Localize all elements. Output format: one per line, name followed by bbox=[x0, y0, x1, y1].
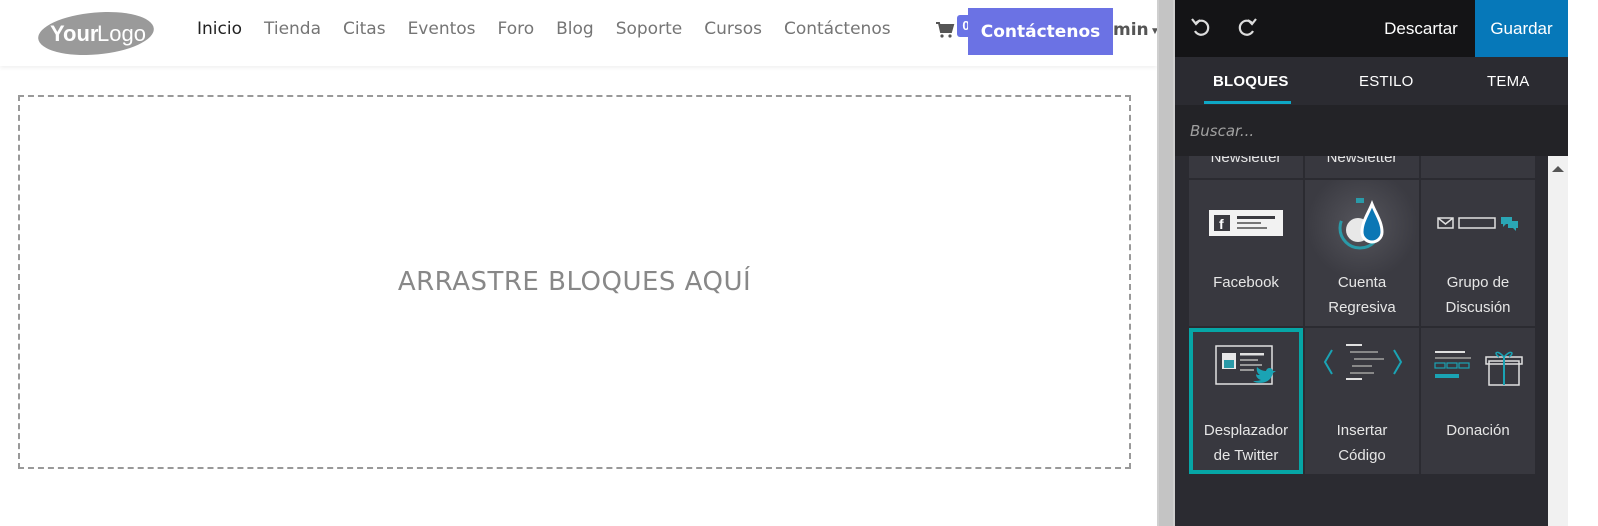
block-label: Newsletter bbox=[1326, 156, 1398, 166]
block-tile-facebook[interactable]: f Facebook bbox=[1189, 180, 1303, 326]
nav-item-eventos[interactable]: Eventos bbox=[408, 19, 476, 39]
page-scrollbar-thumb[interactable] bbox=[1159, 0, 1173, 526]
block-label-line1: Insertar bbox=[1336, 422, 1388, 439]
discard-button[interactable]: Descartar bbox=[1371, 0, 1471, 57]
block-tile-partial-3[interactable] bbox=[1421, 156, 1535, 178]
block-label-line2: Discusión bbox=[1445, 299, 1511, 316]
page-scrollbar[interactable] bbox=[1157, 0, 1175, 526]
nav-item-contactenos[interactable]: Contáctenos bbox=[784, 19, 891, 39]
nav-item-soporte[interactable]: Soporte bbox=[616, 19, 683, 39]
cart-icon[interactable] bbox=[935, 20, 955, 40]
tab-style[interactable]: ESTILO bbox=[1359, 73, 1414, 90]
nav-item-citas[interactable]: Citas bbox=[343, 19, 386, 39]
contact-us-button[interactable]: Contáctenos bbox=[968, 8, 1113, 55]
block-label-line1: Cuenta bbox=[1337, 274, 1387, 291]
website-preview: Your Logo Inicio Tienda Citas Eventos Fo… bbox=[0, 0, 1160, 526]
block-tile-donation[interactable]: Donación bbox=[1421, 328, 1535, 474]
block-tile-newsletter-2[interactable]: Newsletter bbox=[1305, 156, 1419, 178]
tab-theme[interactable]: TEMA bbox=[1487, 73, 1529, 90]
block-tile-discussion-group[interactable]: Grupo de Discusión bbox=[1421, 180, 1535, 326]
svg-text:f: f bbox=[1219, 216, 1224, 232]
block-label-line2: Código bbox=[1338, 447, 1386, 464]
scroll-up-arrow-icon[interactable] bbox=[1552, 166, 1564, 172]
editor-tabs: BLOQUES ESTILO TEMA bbox=[1175, 57, 1568, 105]
user-menu-label[interactable]: min bbox=[1113, 20, 1149, 40]
svg-text:Your: Your bbox=[50, 21, 99, 46]
twitter-scroller-icon bbox=[1215, 345, 1279, 400]
svg-text:Logo: Logo bbox=[97, 21, 146, 46]
block-label: Facebook bbox=[1213, 274, 1279, 291]
nav-item-foro[interactable]: Foro bbox=[498, 19, 535, 39]
editor-toolbar: Descartar Guardar bbox=[1175, 0, 1568, 57]
site-navbar: Your Logo Inicio Tienda Citas Eventos Fo… bbox=[0, 0, 1160, 66]
redo-icon[interactable] bbox=[1235, 15, 1259, 39]
undo-icon[interactable] bbox=[1189, 15, 1213, 39]
donation-icon bbox=[1433, 347, 1523, 394]
block-tile-twitter-scroller[interactable]: Desplazador de Twitter bbox=[1189, 328, 1303, 474]
countdown-icon bbox=[1332, 194, 1394, 261]
block-search bbox=[1175, 105, 1568, 156]
blocks-scrollbar-thumb[interactable] bbox=[1551, 178, 1565, 498]
main-nav: Inicio Tienda Citas Eventos Foro Blog So… bbox=[197, 19, 913, 39]
editor-panel: Descartar Guardar BLOQUES ESTILO TEMA Ne… bbox=[1175, 0, 1568, 526]
nav-item-cursos[interactable]: Cursos bbox=[704, 19, 762, 39]
discussion-group-icon bbox=[1436, 213, 1522, 238]
block-dropzone[interactable]: ARRASTRE BLOQUES AQUÍ bbox=[18, 95, 1131, 469]
blocks-scrollbar[interactable] bbox=[1548, 156, 1568, 526]
embed-code-icon bbox=[1322, 342, 1404, 387]
blocks-grid: Newsletter Newsletter f Facebook Cuenta … bbox=[1175, 156, 1548, 526]
block-label-line1: Grupo de bbox=[1446, 274, 1510, 291]
app-root: Your Logo Inicio Tienda Citas Eventos Fo… bbox=[0, 0, 1598, 526]
site-logo[interactable]: Your Logo bbox=[36, 11, 156, 56]
block-label-line1: Desplazador bbox=[1203, 422, 1289, 439]
facebook-block-icon: f bbox=[1209, 210, 1283, 241]
nav-item-blog[interactable]: Blog bbox=[556, 19, 594, 39]
block-label: Donación bbox=[1446, 422, 1510, 439]
block-label-line2: Regresiva bbox=[1328, 299, 1396, 316]
active-tab-indicator bbox=[1204, 101, 1291, 104]
block-tile-countdown[interactable]: Cuenta Regresiva bbox=[1305, 180, 1419, 326]
save-button[interactable]: Guardar bbox=[1475, 0, 1568, 57]
block-search-input[interactable] bbox=[1175, 105, 1568, 156]
block-tile-newsletter-1[interactable]: Newsletter bbox=[1189, 156, 1303, 178]
block-label: Newsletter bbox=[1210, 156, 1282, 166]
tab-blocks[interactable]: BLOQUES bbox=[1213, 73, 1289, 90]
block-tile-embed-code[interactable]: Insertar Código bbox=[1305, 328, 1419, 474]
nav-item-inicio[interactable]: Inicio bbox=[197, 19, 242, 39]
nav-item-tienda[interactable]: Tienda bbox=[264, 19, 321, 39]
dropzone-hint: ARRASTRE BLOQUES AQUÍ bbox=[397, 267, 752, 297]
block-label-line2: de Twitter bbox=[1213, 447, 1279, 464]
